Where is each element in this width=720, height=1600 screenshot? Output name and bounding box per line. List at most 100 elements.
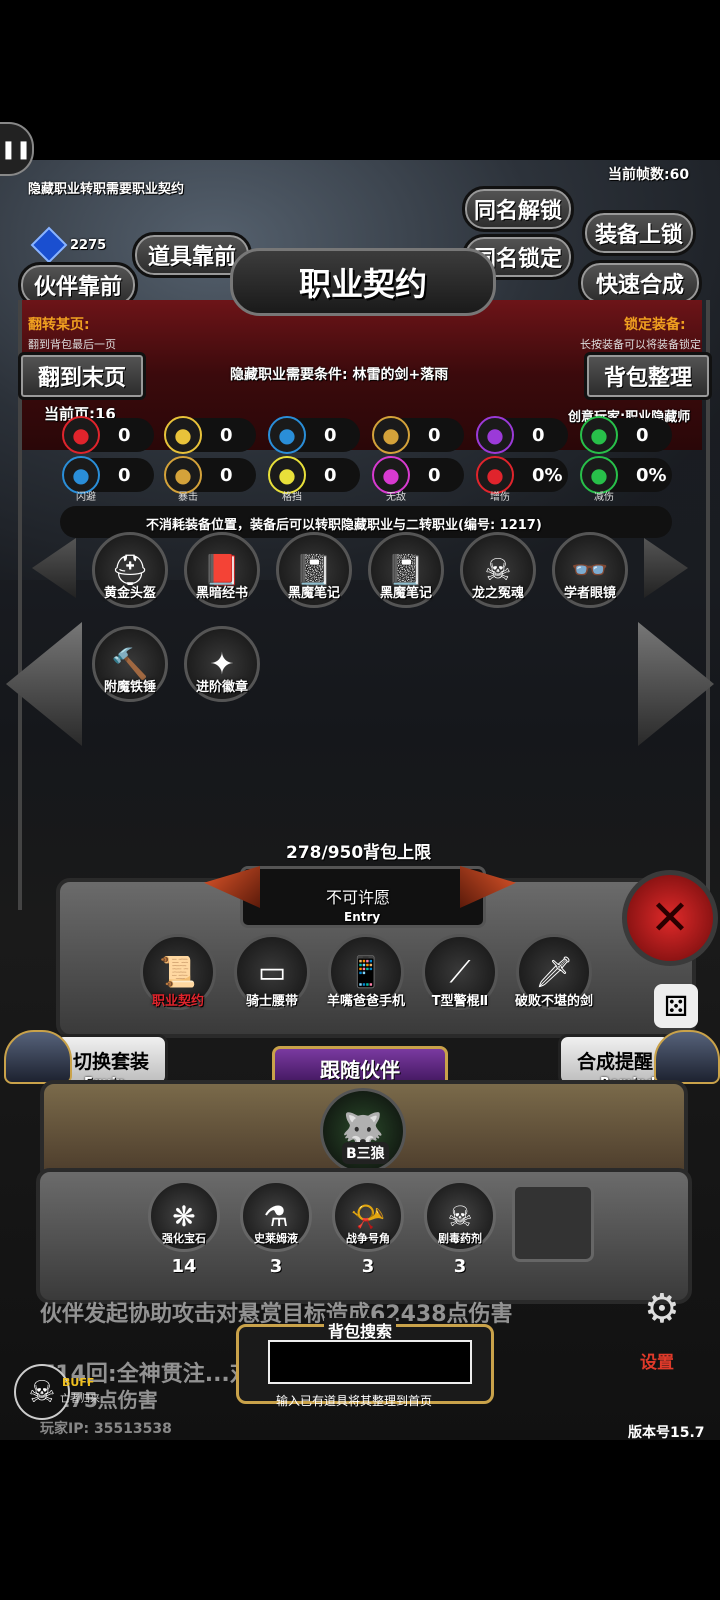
- knight-belt-icon: ▭: [257, 954, 287, 990]
- hidden-job-requirement: 隐藏职业需要条件: 林雷的剑+落雨: [230, 367, 449, 383]
- consumable-count: 3: [453, 1256, 467, 1277]
- stat-damage-up: ● 0% 增伤: [476, 456, 568, 503]
- consumable-count: 3: [269, 1256, 283, 1277]
- consumable-count: 14: [171, 1256, 197, 1277]
- same-name-unlock-button[interactable]: 同名解锁: [462, 186, 574, 232]
- poison-potion-icon: ☠: [447, 1199, 473, 1233]
- stat-strength: ● 0: [164, 416, 256, 454]
- sword-icon: ●: [372, 416, 410, 454]
- flip-page-title: 翻转某页:: [28, 317, 90, 333]
- switch-set-label: 切换套装: [72, 1050, 149, 1073]
- stat-crit: ● 0 暴击: [164, 456, 256, 503]
- settings-gear-icon[interactable]: ⚙: [644, 1286, 680, 1332]
- item-description: 不消耗装备位置，装备后可以转职隐藏职业与二转职业(编号: 1217): [146, 518, 542, 533]
- hidden-job-hint: 隐藏职业转职需要职业契约: [28, 182, 185, 197]
- bag-item-name: 黑魔笔记: [287, 586, 340, 601]
- helmet-left-decoration: [4, 1030, 72, 1084]
- lock-equip-title: 锁定装备:: [624, 317, 686, 333]
- partner-name: B三狼: [342, 1142, 389, 1164]
- window-title: 职业契约: [230, 248, 496, 316]
- war-horn-icon: 📯: [350, 1199, 386, 1233]
- follow-partner-title: 跟随伙伴: [320, 1057, 400, 1082]
- consumable-name: 战争号角: [346, 1232, 390, 1245]
- stat-helmet: ● 0: [268, 416, 360, 454]
- stat-label: 暴击: [178, 492, 198, 503]
- entry-sub: Entry: [344, 910, 381, 924]
- stat-value: 0: [428, 424, 441, 446]
- player-ip: 玩家IP: 35513538: [40, 1421, 172, 1437]
- stat-dodge: ● 0 闪避: [62, 456, 154, 503]
- version-label: 版本号15.7: [628, 1425, 705, 1441]
- consumable-name: 强化宝石: [162, 1232, 206, 1245]
- stat-value: 0: [324, 424, 337, 446]
- flip-last-page-button[interactable]: 翻到末页: [18, 352, 146, 400]
- stat-value: 0%: [532, 464, 563, 486]
- bag-sort-button[interactable]: 背包整理: [584, 352, 712, 400]
- empty-consumable-slot[interactable]: [512, 1184, 594, 1262]
- bag-search-input[interactable]: [268, 1340, 472, 1384]
- stat-clover: ● 0: [580, 416, 672, 454]
- heart-icon: ●: [62, 416, 100, 454]
- bag-item-name: 进阶徽章: [195, 680, 248, 695]
- baton-icon: ⟋: [449, 954, 471, 990]
- equipped-item-name: 破败不堪的剑: [514, 994, 593, 1009]
- consumable-name: 剧毒药剂: [438, 1232, 482, 1245]
- stat-value: 0: [324, 464, 337, 486]
- buff-sub: 亡者归来: [60, 1394, 100, 1405]
- contract-scroll-icon: 📜: [159, 954, 197, 990]
- stat-label: 格挡: [282, 492, 302, 503]
- flip-page-desc: 翻到背包最后一页: [28, 338, 116, 351]
- stat-value: 0: [118, 424, 131, 446]
- merge-remind-label: 合成提醒: [576, 1050, 653, 1073]
- lightning-icon: ●: [476, 416, 514, 454]
- stat-label: 闪避: [76, 492, 96, 503]
- stat-value: 0: [220, 464, 233, 486]
- helmet-right-decoration: [654, 1030, 720, 1084]
- stat-label: 增伤: [490, 492, 510, 503]
- stat-value: 0: [220, 424, 233, 446]
- upgrade-gem-icon: ❋: [172, 1199, 196, 1233]
- stat-value: 0: [532, 424, 545, 446]
- close-button[interactable]: ✕: [622, 870, 718, 966]
- equipped-item-name: T型警棍Ⅱ: [431, 994, 489, 1009]
- stat-value: 0%: [636, 464, 667, 486]
- stat-damage-down: ● 0% 减伤: [580, 456, 672, 503]
- stat-label: 无敌: [386, 492, 406, 503]
- stat-value: 0: [428, 464, 441, 486]
- equip-lock-button[interactable]: 装备上锁: [582, 210, 696, 256]
- consumable-name: 史莱姆液: [254, 1232, 298, 1245]
- entry-label: 不可许愿: [326, 888, 391, 907]
- bag-item-name: 黑魔笔记: [379, 586, 432, 601]
- stat-heart: ● 0: [62, 416, 154, 454]
- stat-block: ● 0 格挡: [268, 456, 360, 503]
- stat-label: 减伤: [594, 492, 614, 503]
- helmet-icon: ●: [268, 416, 306, 454]
- slime-potion-icon: ⚗: [263, 1199, 289, 1233]
- equipped-item-name: 羊嘴爸爸手机: [326, 994, 405, 1009]
- phone-icon: 📱: [347, 954, 385, 990]
- lock-equip-desc: 长按装备可以将装备锁定: [580, 338, 701, 351]
- stat-sword: ● 0: [372, 416, 464, 454]
- clover-icon: ●: [580, 416, 618, 454]
- consumable-count: 3: [361, 1256, 375, 1277]
- bag-limit: 278/950背包上限: [286, 843, 432, 863]
- bag-item-name: 附魔铁锤: [103, 680, 156, 695]
- stat-lightning: ● 0: [476, 416, 568, 454]
- bag-item-name: 龙之冤魂: [471, 586, 524, 601]
- strength-icon: ●: [164, 416, 202, 454]
- dice-icon[interactable]: ⚄: [654, 984, 698, 1028]
- stat-invincible: ● 0 无敌: [372, 456, 464, 503]
- stat-value: 0: [118, 464, 131, 486]
- broken-sword-icon: 🗡: [534, 954, 574, 990]
- bag-search-hint: 输入已有道具将其整理到首页: [276, 1394, 433, 1408]
- buff-label: BUFF: [62, 1376, 95, 1389]
- equipped-item-name: 职业契约: [151, 994, 204, 1009]
- stat-value: 0: [636, 424, 649, 446]
- bag-item-name: 黄金头盔: [103, 586, 156, 601]
- bag-item-name: 学者眼镜: [563, 586, 616, 601]
- bag-item-name: 黑暗经书: [195, 586, 248, 601]
- gem-count: 2275: [70, 238, 107, 253]
- bag-search-title: 背包搜索: [324, 1318, 397, 1342]
- settings-label[interactable]: 设置: [640, 1348, 674, 1373]
- equipped-item-name: 骑士腰带: [245, 994, 298, 1009]
